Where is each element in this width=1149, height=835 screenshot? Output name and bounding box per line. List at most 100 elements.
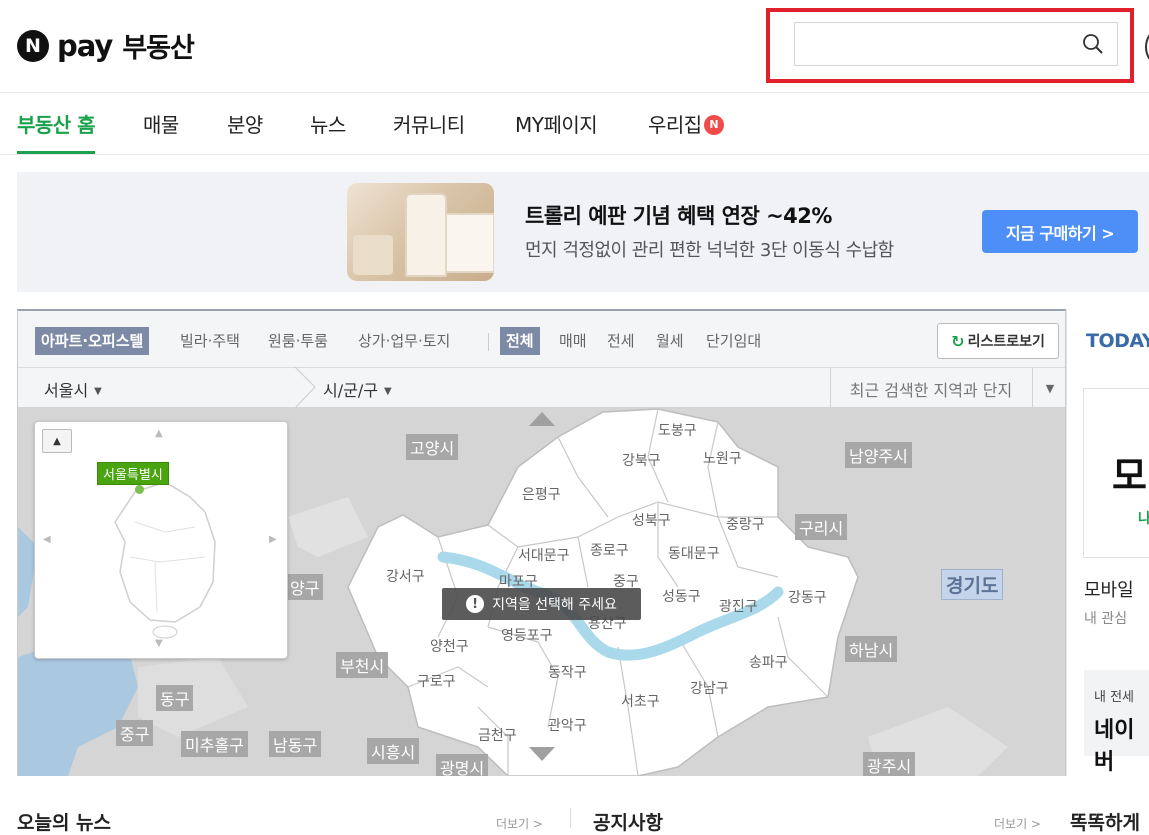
search-input[interactable] bbox=[805, 23, 1079, 65]
tab-deal-all[interactable]: 전체 bbox=[500, 327, 540, 355]
chevron-down-icon: ▼ bbox=[383, 386, 392, 397]
district-label[interactable]: 강남구 bbox=[690, 678, 729, 698]
district-label[interactable]: 금천구 bbox=[478, 725, 517, 745]
city-tag[interactable]: 시흥시 bbox=[367, 738, 420, 764]
district-label[interactable]: 관악구 bbox=[548, 715, 587, 735]
minimap-up-icon[interactable]: ▲ bbox=[155, 428, 163, 439]
district-label[interactable]: 성북구 bbox=[632, 510, 671, 530]
city-tag[interactable]: 광주시 bbox=[863, 752, 916, 776]
refresh-icon: ↻ bbox=[951, 331, 965, 351]
tab-villa[interactable]: 빌라·주택 bbox=[180, 327, 240, 355]
service-name: 부동산 bbox=[122, 33, 195, 64]
nav-news[interactable]: 뉴스 bbox=[310, 109, 346, 154]
nav-listings[interactable]: 매물 bbox=[143, 109, 179, 154]
district-label[interactable]: 구로구 bbox=[417, 671, 456, 691]
map-tabbar: 아파트·오피스텔 빌라·주택 원룸·투룸 상가·업무·토지 전체 매매 전세 월… bbox=[18, 311, 1065, 367]
tab-deal-sale[interactable]: 매매 bbox=[559, 327, 587, 355]
banner-subtitle: 먼지 걱정없이 관리 편한 넉넉한 3단 이동식 수납함 bbox=[525, 240, 894, 261]
district-label[interactable]: 은평구 bbox=[522, 484, 561, 504]
district-label[interactable]: 광진구 bbox=[719, 596, 758, 616]
district-label[interactable]: 서초구 bbox=[621, 691, 660, 711]
header: N pay 부동산 bbox=[0, 0, 1149, 93]
notice-more-link[interactable]: 더보기 > bbox=[994, 815, 1041, 832]
banner-product-image bbox=[347, 183, 494, 281]
district-label[interactable]: 양천구 bbox=[430, 636, 469, 656]
breadcrumb-arrow-icon bbox=[294, 367, 316, 408]
pan-down-icon[interactable] bbox=[529, 747, 555, 761]
pan-up-icon[interactable] bbox=[529, 412, 555, 426]
city-tag[interactable]: 남양주시 bbox=[845, 442, 912, 468]
city-select[interactable]: 서울시 ▼ bbox=[44, 377, 102, 401]
korea-outline-icon bbox=[114, 481, 216, 639]
nav-home[interactable]: 부동산 홈 bbox=[17, 109, 96, 154]
minimap-collapse-button[interactable]: ▲ bbox=[42, 429, 72, 453]
minimap-left-icon[interactable]: ◀ bbox=[43, 534, 51, 545]
map-module: 아파트·오피스텔 빌라·주택 원룸·투룸 상가·업무·토지 전체 매매 전세 월… bbox=[17, 309, 1066, 776]
city-tag-province[interactable]: 경기도 bbox=[941, 569, 1004, 600]
district-label[interactable]: 강북구 bbox=[622, 450, 661, 470]
right-panel-divider bbox=[1066, 309, 1067, 776]
tab-apartment[interactable]: 아파트·오피스텔 bbox=[35, 327, 150, 355]
city-tag[interactable]: 부천시 bbox=[336, 652, 389, 678]
user-avatar[interactable] bbox=[1145, 30, 1149, 64]
city-tag[interactable]: 하남시 bbox=[845, 636, 898, 662]
nav-myhome-label: 우리집 bbox=[648, 113, 702, 137]
nav-presale[interactable]: 분양 bbox=[227, 109, 263, 154]
naver-pay-logo[interactable]: N pay 부동산 bbox=[17, 26, 195, 65]
district-label[interactable]: 노원구 bbox=[703, 448, 742, 468]
news-more-link[interactable]: 더보기 > bbox=[496, 815, 543, 832]
minimap[interactable]: ▲ ▲ ◀ ▶ ▼ 서울특별시 bbox=[34, 421, 288, 659]
city-tag[interactable]: 동구 bbox=[156, 685, 194, 711]
mobile-title[interactable]: 모바일 bbox=[1084, 576, 1134, 602]
district-select[interactable]: 시/군/구 ▼ bbox=[323, 377, 392, 401]
search-icon[interactable] bbox=[1082, 33, 1104, 55]
district-label[interactable]: 강동구 bbox=[788, 587, 827, 607]
banner-buy-button[interactable]: 지금 구매하기 > bbox=[982, 210, 1138, 253]
district-label[interactable]: 성동구 bbox=[662, 586, 701, 606]
region-map[interactable]: 고양시 남양주시 구리시 경기도 하남시 부천시 동구 중구 미추홀구 남동구 … bbox=[18, 407, 1065, 776]
today-card-sub: 나 bbox=[1138, 511, 1149, 527]
tab-deal-monthly[interactable]: 월세 bbox=[656, 327, 684, 355]
district-label[interactable]: 중랑구 bbox=[726, 514, 765, 534]
city-select-label: 서울시 bbox=[44, 381, 89, 400]
city-tag[interactable]: 광명시 bbox=[436, 754, 489, 776]
nav-myhome[interactable]: 우리집 N bbox=[648, 109, 724, 154]
tab-deal-jeonse[interactable]: 전세 bbox=[607, 327, 635, 355]
district-label[interactable]: 서대문구 bbox=[518, 545, 570, 565]
dropdown-arrow-icon[interactable]: ▼ bbox=[1032, 368, 1067, 408]
select-region-toast: ! 지역을 선택해 주세요 bbox=[442, 588, 641, 620]
chevron-down-icon: ▼ bbox=[94, 386, 102, 397]
minimap-location-dot bbox=[135, 485, 144, 494]
today-title: TODAY bbox=[1086, 330, 1149, 352]
district-label[interactable]: 동작구 bbox=[548, 662, 587, 682]
list-view-button[interactable]: ↻ 리스트로보기 bbox=[937, 323, 1059, 359]
tab-deal-shortterm[interactable]: 단기임대 bbox=[706, 327, 761, 355]
district-label[interactable]: 동대문구 bbox=[668, 543, 720, 563]
city-tag[interactable]: 구리시 bbox=[795, 514, 848, 540]
region-filter-bar: 서울시 ▼ 시/군/구 ▼ 최근 검색한 지역과 단지 ▼ bbox=[18, 367, 1065, 409]
city-tag[interactable]: 남동구 bbox=[269, 731, 322, 757]
city-tag[interactable]: 양구 bbox=[286, 574, 324, 600]
recent-search-dropdown[interactable]: 최근 검색한 지역과 단지 ▼ bbox=[830, 368, 1067, 408]
banner-title: 트롤리 예판 기념 혜택 연장 ~42% bbox=[525, 204, 832, 228]
city-tag[interactable]: 고양시 bbox=[406, 434, 459, 460]
minimap-right-icon[interactable]: ▶ bbox=[269, 534, 277, 545]
district-label[interactable]: 영등포구 bbox=[501, 625, 553, 645]
nav-mypage[interactable]: MY페이지 bbox=[515, 109, 598, 154]
side-ad-small: 내 전세 bbox=[1094, 690, 1135, 705]
district-label[interactable]: 강서구 bbox=[386, 566, 425, 586]
third-section-title: 똑똑하게 bbox=[1070, 812, 1140, 834]
tab-divider bbox=[488, 333, 489, 351]
tab-commercial[interactable]: 상가·업무·토지 bbox=[358, 327, 450, 355]
promo-banner[interactable]: 트롤리 예판 기념 혜택 연장 ~42% 먼지 걱정없이 관리 편한 넉넉한 3… bbox=[17, 172, 1149, 292]
district-label[interactable]: 도봉구 bbox=[658, 420, 697, 440]
district-label[interactable]: 종로구 bbox=[590, 540, 629, 560]
city-tag[interactable]: 미추홀구 bbox=[181, 731, 248, 757]
nav-community[interactable]: 커뮤니티 bbox=[393, 109, 465, 154]
tab-oneroom[interactable]: 원룸·투룸 bbox=[268, 327, 328, 355]
city-tag[interactable]: 중구 bbox=[116, 720, 154, 746]
bottom-divider bbox=[570, 808, 571, 828]
search-box[interactable] bbox=[794, 22, 1118, 66]
minimap-seoul-label[interactable]: 서울특별시 bbox=[97, 462, 169, 485]
district-label[interactable]: 송파구 bbox=[749, 652, 788, 672]
